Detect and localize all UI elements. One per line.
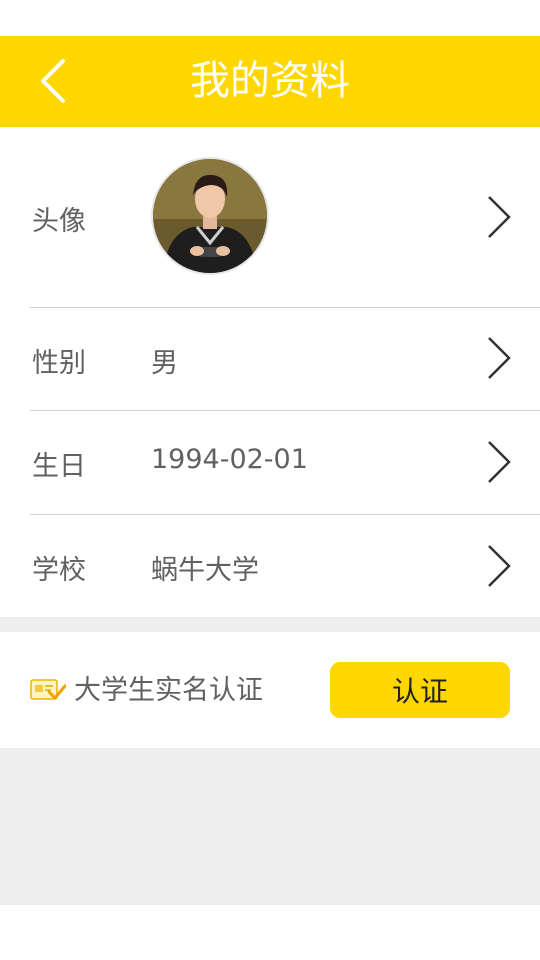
app-bar: 我的资料 [0, 36, 540, 127]
birthday-label: 生日 [32, 451, 86, 482]
bottom-gray-area [0, 748, 540, 905]
chevron-right-icon [488, 337, 511, 379]
avatar-row[interactable]: 头像 [0, 127, 540, 307]
avatar[interactable] [151, 157, 269, 275]
avatar-label: 头像 [32, 206, 86, 237]
status-bar [0, 0, 540, 36]
school-row[interactable]: 学校 蜗牛大学 [0, 515, 540, 617]
id-card-check-icon [30, 679, 66, 700]
school-label: 学校 [32, 555, 86, 586]
gender-row[interactable]: 性别 男 [0, 308, 540, 411]
gender-value: 男 [151, 348, 178, 379]
avatar-image [153, 159, 267, 273]
birthday-value: 1994-02-01 [151, 444, 308, 475]
birthday-row[interactable]: 生日 1994-02-01 [0, 411, 540, 514]
section-gap [0, 617, 540, 632]
chevron-right-icon [488, 545, 511, 587]
chevron-right-icon [488, 441, 511, 483]
verification-label: 大学生实名认证 [74, 675, 263, 706]
chevron-right-icon [488, 196, 511, 238]
profile-section: 头像 性别 男 生日 1994-02-01 学校 蜗牛大学 [0, 127, 540, 617]
back-button[interactable] [18, 46, 88, 116]
verification-section: 大学生实名认证 认证 [0, 632, 540, 748]
chevron-left-icon [41, 59, 65, 103]
school-value: 蜗牛大学 [151, 555, 259, 586]
gender-label: 性别 [32, 348, 86, 379]
verify-button[interactable]: 认证 [330, 662, 510, 718]
